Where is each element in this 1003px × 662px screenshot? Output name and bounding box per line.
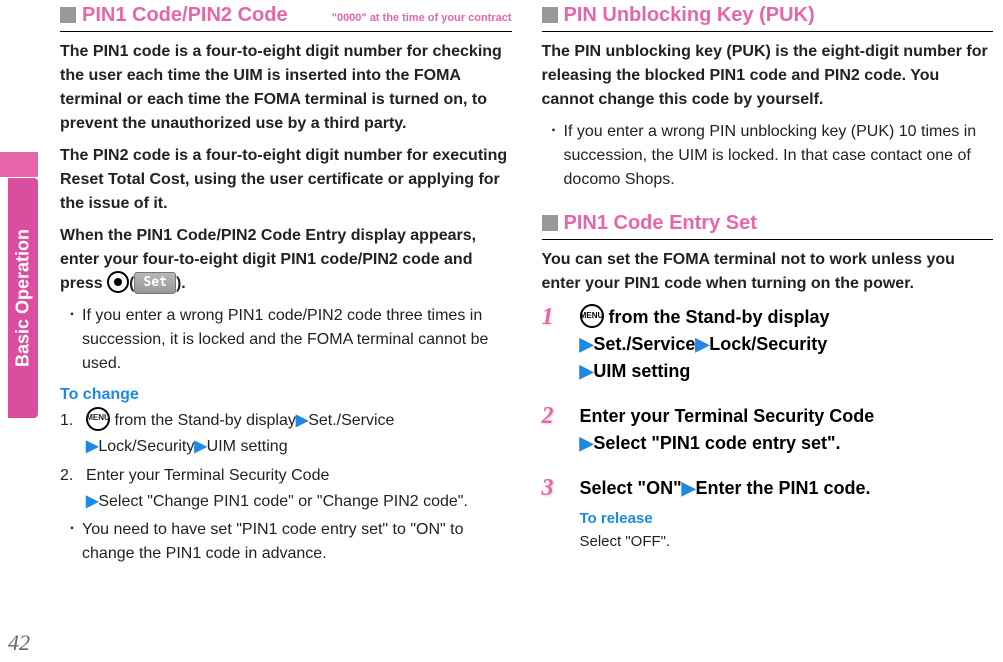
menu-icon: MENU xyxy=(86,407,110,431)
bullet-text: You need to have set "PIN1 code entry se… xyxy=(82,518,511,566)
step-number: 1. xyxy=(60,408,78,459)
pin1-description: The PIN1 code is a four-to-eight digit n… xyxy=(60,40,512,136)
step-2: 2 Enter your Terminal Security Code ▶Sel… xyxy=(542,403,994,457)
section-title-text: PIN Unblocking Key (PUK) xyxy=(564,4,815,27)
section-marker-icon xyxy=(542,215,558,231)
step-content: MENU from the Stand-by display▶Set./Serv… xyxy=(86,408,394,459)
step2-text-a: Enter your Terminal Security Code xyxy=(580,406,875,426)
step1-text-d: UIM setting xyxy=(207,438,288,455)
release-text: Select "OFF". xyxy=(580,531,994,554)
arrow-icon: ▶ xyxy=(695,334,709,354)
divider xyxy=(542,239,994,240)
puk-description: The PIN unblocking key (PUK) is the eigh… xyxy=(542,40,994,112)
bullet-pin-entry-set: ･ You need to have set "PIN1 code entry … xyxy=(60,518,512,566)
step1-text-b: Set./Service xyxy=(308,412,394,429)
right-column: PIN Unblocking Key (PUK) The PIN unblock… xyxy=(542,4,994,652)
change-step-1: 1. MENU from the Stand-by display▶Set./S… xyxy=(60,408,512,459)
step1-text-a: from the Stand-by display xyxy=(110,412,296,429)
step-3: 3 Select "ON"▶Enter the PIN1 code. To re… xyxy=(542,475,994,553)
bullet-dot-icon: ･ xyxy=(68,518,76,566)
sidebar-label: Basic Operation xyxy=(8,178,38,418)
step-number: 2. xyxy=(60,463,78,514)
bullet-wrong-puk: ･ If you enter a wrong PIN unblocking ke… xyxy=(542,120,994,192)
menu-icon: MENU xyxy=(580,304,604,328)
section-title-pin-codes: PIN1 Code/PIN2 Code "0000" at the time o… xyxy=(60,4,512,27)
section-title-pin-entry-set: PIN1 Code Entry Set xyxy=(542,212,994,235)
bullet-text: If you enter a wrong PIN unblocking key … xyxy=(564,120,993,192)
divider xyxy=(60,31,512,32)
step1-text-c: Lock/Security xyxy=(98,438,194,455)
arrow-icon: ▶ xyxy=(580,433,594,453)
section-marker-icon xyxy=(60,7,76,23)
step-number-3: 3 xyxy=(542,475,568,501)
step3-text-a: Select "ON" xyxy=(580,478,682,498)
step-content: Enter your Terminal Security Code ▶Selec… xyxy=(86,463,468,514)
step-number-2: 2 xyxy=(542,403,568,429)
step3-text-b: Enter the PIN1 code. xyxy=(695,478,870,498)
bullet-dot-icon: ･ xyxy=(550,120,558,192)
arrow-icon: ▶ xyxy=(682,478,696,498)
center-button-icon xyxy=(107,271,129,293)
arrow-icon: ▶ xyxy=(86,438,98,455)
pin-entry-instruction: When the PIN1 Code/PIN2 Code Entry displ… xyxy=(60,224,512,296)
set-button-label: Set xyxy=(134,272,175,294)
section-title-note: "0000" at the time of your contract xyxy=(332,12,512,24)
step-number-1: 1 xyxy=(542,304,568,330)
sidebar: Basic Operation 42 xyxy=(0,0,38,662)
step-body: Enter your Terminal Security Code ▶Selec… xyxy=(580,403,994,457)
arrow-icon: ▶ xyxy=(296,412,308,429)
bullet-dot-icon: ･ xyxy=(68,304,76,376)
pin2-description: The PIN2 code is a four-to-eight digit n… xyxy=(60,144,512,216)
bullet-text: If you enter a wrong PIN1 code/PIN2 code… xyxy=(82,304,511,376)
change-step-2: 2. Enter your Terminal Security Code ▶Se… xyxy=(60,463,512,514)
sidebar-accent xyxy=(0,152,38,177)
section-title-text: PIN1 Code Entry Set xyxy=(564,212,757,235)
section-title-text: PIN1 Code/PIN2 Code xyxy=(82,4,288,27)
step2-text-b: Select "PIN1 code entry set". xyxy=(593,433,840,453)
page-number: 42 xyxy=(8,630,30,656)
step2-text-b: Select "Change PIN1 code" or "Change PIN… xyxy=(98,493,468,510)
step2-text-a: Enter your Terminal Security Code xyxy=(86,467,329,484)
section-marker-icon xyxy=(542,7,558,23)
left-column: PIN1 Code/PIN2 Code "0000" at the time o… xyxy=(60,4,512,652)
step-body: Select "ON"▶Enter the PIN1 code. To rele… xyxy=(580,475,994,553)
pin-entry-set-description: You can set the FOMA terminal not to wor… xyxy=(542,248,994,296)
content-area: PIN1 Code/PIN2 Code "0000" at the time o… xyxy=(60,4,993,652)
bullet-wrong-pin: ･ If you enter a wrong PIN1 code/PIN2 co… xyxy=(60,304,512,376)
step1-text-b: Set./Service xyxy=(593,334,695,354)
to-release-heading: To release xyxy=(580,508,994,531)
arrow-icon: ▶ xyxy=(580,361,594,381)
arrow-icon: ▶ xyxy=(194,438,206,455)
step1-text-d: UIM setting xyxy=(593,361,690,381)
step1-text-c: Lock/Security xyxy=(709,334,827,354)
step-1: 1 MENU from the Stand-by display ▶Set./S… xyxy=(542,304,994,385)
divider xyxy=(542,31,994,32)
to-change-heading: To change xyxy=(60,386,512,404)
arrow-icon: ▶ xyxy=(86,493,98,510)
pin-entry-text-b: ). xyxy=(176,275,186,292)
section-title-puk: PIN Unblocking Key (PUK) xyxy=(542,4,994,27)
arrow-icon: ▶ xyxy=(580,334,594,354)
step-body: MENU from the Stand-by display ▶Set./Ser… xyxy=(580,304,994,385)
step1-text-a: from the Stand-by display xyxy=(604,307,830,327)
